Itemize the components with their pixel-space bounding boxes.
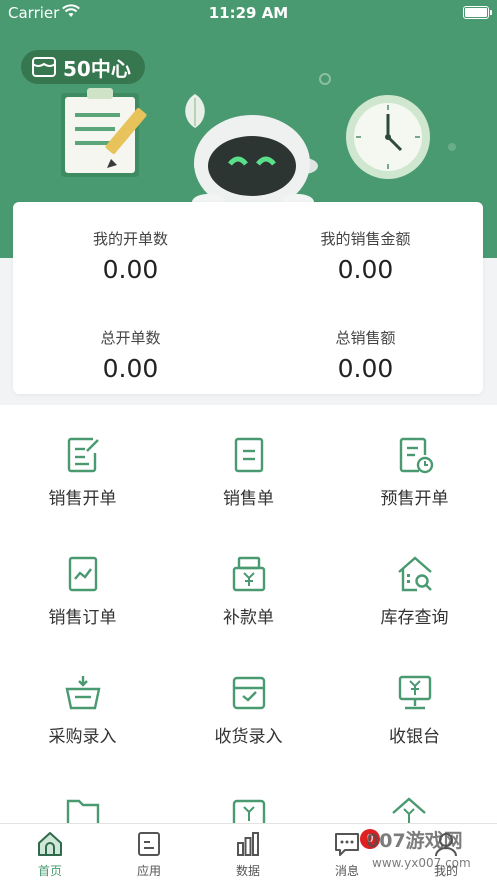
decor-dot-icon	[448, 143, 456, 151]
store-name: 50中心	[63, 56, 131, 81]
stat-value: 0.00	[337, 354, 394, 383]
grid-item-supplementary-payment[interactable]: 补款单	[166, 524, 331, 642]
stat-value: 0.00	[102, 354, 159, 383]
tab-label: 应用	[136, 864, 161, 878]
stat-value: 0.00	[337, 255, 394, 284]
grid-label: 销售开单	[48, 489, 117, 509]
clock-time: 11:29 AM	[208, 4, 289, 22]
store-icon	[32, 57, 56, 77]
grid-item-presale-billing[interactable]: 预售开单	[332, 405, 497, 523]
tab-label: 首页	[37, 864, 62, 878]
grid-item-purchase-entry[interactable]: 采购录入	[0, 643, 165, 761]
chart-document-icon	[68, 556, 97, 592]
decor-circle-icon	[319, 73, 331, 85]
tab-apps[interactable]: 应用	[99, 824, 199, 883]
warehouse-search-icon	[397, 556, 432, 592]
yen-cash-register-icon	[232, 556, 265, 592]
grid-label: 销售订单	[48, 608, 117, 628]
grid-label: 补款单	[223, 608, 274, 628]
stat-label: 总开单数	[100, 329, 161, 347]
box-receive-icon	[232, 676, 265, 710]
grid-item-sales-slip[interactable]: 销售单	[166, 405, 331, 523]
stat-total-sales[interactable]: 总销售额 0.00	[248, 327, 483, 383]
store-selector[interactable]: 50中心	[21, 50, 145, 84]
status-bar: Carrier 11:29 AM	[0, 0, 497, 26]
stats-card: 我的开单数 0.00 我的销售金额 0.00 总开单数 0.00 总销售额 0.…	[13, 202, 483, 394]
grid-item-receiving-entry[interactable]: 收货录入	[166, 643, 331, 761]
document-clock-icon	[399, 437, 433, 474]
grid-item-sales-billing[interactable]: 销售开单	[0, 405, 165, 523]
grid-item-inventory-query[interactable]: 库存查询	[332, 524, 497, 642]
apps-icon	[138, 832, 160, 856]
clipboard-illustration-icon	[61, 88, 147, 177]
grid-label: 收银台	[389, 727, 440, 747]
watermark-brand: 007游戏网	[366, 830, 463, 852]
bar-chart-icon	[237, 832, 259, 856]
stat-value: 0.00	[102, 255, 159, 284]
stat-my-sales-amount[interactable]: 我的销售金额 0.00	[248, 228, 483, 284]
wall-clock-icon	[346, 95, 430, 179]
message-icon	[335, 833, 359, 856]
watermark-url: www.yx007.com	[372, 856, 471, 870]
robot-mascot-icon	[192, 115, 318, 211]
cashier-monitor-icon	[398, 675, 431, 710]
grid-label: 采购录入	[48, 727, 117, 747]
function-grid: 销售开单 销售单 预售开单 销售订单 补款单 库存查询 采购录入 收货录入 收银…	[0, 405, 497, 823]
edit-document-icon	[67, 437, 99, 473]
home-icon	[38, 832, 62, 856]
folder-document-icon	[66, 799, 100, 823]
tab-home[interactable]: 首页	[0, 824, 100, 883]
stat-label: 我的开单数	[92, 230, 168, 248]
document-icon	[234, 437, 263, 473]
tab-data[interactable]: 数据	[198, 824, 298, 883]
grid-label: 预售开单	[380, 489, 449, 509]
yen-house-icon	[392, 797, 426, 823]
stat-my-orders[interactable]: 我的开单数 0.00	[13, 228, 248, 284]
grid-label: 销售单	[223, 489, 274, 509]
grid-item-cashier[interactable]: 收银台	[332, 643, 497, 761]
tab-label: 数据	[235, 864, 260, 878]
stat-label: 我的销售金额	[320, 230, 411, 248]
grid-label: 收货录入	[214, 727, 283, 747]
grid-item-sales-order[interactable]: 销售订单	[0, 524, 165, 642]
stat-total-orders[interactable]: 总开单数 0.00	[13, 327, 248, 383]
grid-label: 库存查询	[380, 608, 449, 628]
stat-label: 总销售额	[335, 329, 396, 347]
battery-icon	[463, 6, 492, 19]
yen-wallet-icon	[232, 799, 266, 823]
basket-download-icon	[65, 676, 100, 710]
